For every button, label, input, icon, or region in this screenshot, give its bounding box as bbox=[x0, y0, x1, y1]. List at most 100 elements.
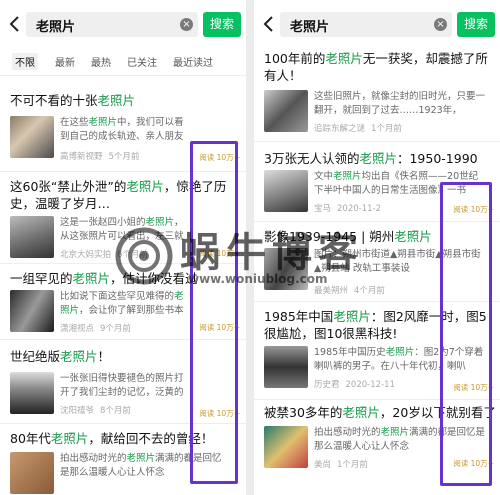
article-meta: 潇湘视点 9个月前 bbox=[60, 322, 137, 334]
list-item[interactable]: 影像1939-1945 | 朔州老照片 图片：朔州市街道▲朔县市街▲朔县市街▲朔… bbox=[254, 222, 500, 302]
filter-followed[interactable]: 已关注 bbox=[124, 53, 160, 70]
keyword-highlight: 老照片 bbox=[380, 427, 410, 438]
search-input[interactable]: 老照片 × bbox=[26, 12, 198, 37]
article-source: 北京大妈实拍 bbox=[60, 250, 112, 260]
read-count: 阅读 10万+ bbox=[453, 205, 494, 214]
list-item[interactable]: 一组罕见的老照片，估计你没看过 比如说下面这些罕见难得的老照片，会让你了解到那些… bbox=[0, 264, 246, 340]
list-item[interactable]: 这60张“禁止外泄”的老照片，惊艳了历史，温暖了岁月… 这是一张赵四小姐的老照片… bbox=[0, 172, 246, 264]
article-snippet: 文中老照片均出自《佚名照——20世纪下半叶中国人的日常生活图像》一书 bbox=[314, 171, 479, 196]
back-icon[interactable] bbox=[262, 13, 276, 35]
article-meta: 北京大妈实拍 6个月前 bbox=[60, 248, 154, 260]
clear-icon[interactable]: × bbox=[434, 18, 447, 31]
article-snippet: 比如说下面这些罕见难得的老照片，会让你了解到那些书本上学不到的东西。 bbox=[60, 291, 184, 316]
article-title: 影像1939-1945 | 朔州老照片 bbox=[264, 229, 432, 244]
article-thumbnail bbox=[10, 372, 54, 414]
list-item[interactable]: 世纪绝版老照片！ 一张张旧得快要褪色的照片打开了我们尘封的记忆，泛黄的老照片记录… bbox=[0, 340, 246, 424]
keyword-highlight: 老照片 bbox=[50, 431, 89, 446]
search-input[interactable]: 老照片 × bbox=[280, 12, 452, 37]
article-title: 一组罕见的老照片，估计你没看过 bbox=[10, 271, 198, 286]
read-count: 阅读 10万+ bbox=[199, 409, 240, 418]
article-source: 历史君 bbox=[314, 380, 340, 390]
article-meta: 宝马 2020-11-2 bbox=[314, 202, 387, 214]
clear-icon[interactable]: × bbox=[180, 18, 193, 31]
article-source: 潇湘视点 bbox=[60, 324, 95, 334]
article-time: 2020-12-11 bbox=[345, 380, 395, 390]
search-query-text: 老照片 bbox=[290, 20, 330, 35]
article-time: 9个月前 bbox=[100, 324, 131, 334]
search-button[interactable]: 搜索 bbox=[203, 12, 241, 37]
list-item[interactable]: 3万张无人认领的老照片：1950-1990 文中老照片均出自《佚名照——20世纪… bbox=[254, 142, 500, 222]
panel-divider bbox=[246, 0, 254, 495]
filter-latest[interactable]: 最新 bbox=[52, 53, 78, 70]
article-source: 追踪东解之谜 bbox=[314, 124, 366, 134]
article-thumbnail bbox=[10, 452, 54, 494]
article-source: 沈阳禧爷 bbox=[60, 406, 95, 416]
keyword-highlight: 老照片 bbox=[60, 349, 98, 364]
article-title: 被禁30多年的老照片，20岁以下就别看了 bbox=[264, 405, 496, 420]
keyword-highlight: 老照片 bbox=[88, 117, 118, 128]
article-title: 100年前的老照片无一获奖，却震撼了所有人！ bbox=[264, 51, 488, 83]
article-title: 不可不看的十张老照片 bbox=[10, 93, 136, 108]
keyword-highlight: 老照片 bbox=[60, 291, 184, 316]
article-thumbnail bbox=[264, 248, 308, 290]
article-thumbnail bbox=[10, 116, 54, 158]
filter-recently-read[interactable]: 最近读过 bbox=[170, 53, 216, 70]
filter-hottest[interactable]: 最热 bbox=[88, 53, 114, 70]
search-bar: 老照片 × 搜索 bbox=[254, 0, 500, 48]
article-source: 最美朔州 bbox=[314, 286, 349, 296]
list-item[interactable]: 80年代老照片，献给回不去的曾经！ 拍出感动时光的老照片满满的都是回忆是那么温暖… bbox=[0, 424, 246, 495]
keyword-highlight: 老照片 bbox=[325, 51, 363, 66]
article-meta: 美尚 1个月前 bbox=[314, 458, 374, 470]
list-item[interactable]: 被禁30多年的老照片，20岁以下就别看了 拍出感动时光的老照片满满的都是回忆是那… bbox=[254, 400, 500, 495]
article-meta: 沈阳禧爷 8个月前 bbox=[60, 404, 137, 416]
article-snippet: 一张张旧得快要褪色的照片打开了我们尘封的记忆，泛黄的老照片记录了一个时代 bbox=[60, 373, 184, 398]
article-meta: 历史君 2020-12-11 bbox=[314, 378, 401, 390]
keyword-highlight: 老照片 bbox=[145, 217, 175, 228]
article-title: 世纪绝版老照片！ bbox=[10, 349, 111, 364]
article-time: 1个月前 bbox=[337, 460, 368, 470]
article-snippet: 拍出感动时光的老照片满满的都是回忆是那么温暖人心让人怀念 bbox=[314, 427, 486, 452]
read-count: 阅读 10万+ bbox=[199, 323, 240, 332]
article-thumbnail bbox=[10, 216, 54, 258]
article-snippet: 图片：朔州市街道▲朔县市街▲朔县市街▲朔县站 改轨工事装设 bbox=[314, 249, 481, 274]
list-item[interactable]: 100年前的老照片无一获奖，却震撼了所有人！ 这些旧照片，就像尘封的旧时光，只要… bbox=[254, 48, 500, 142]
article-thumbnail bbox=[264, 346, 308, 388]
keyword-highlight: 老照片 bbox=[72, 271, 111, 286]
article-thumbnail bbox=[264, 426, 308, 468]
left-search-panel: 老照片 × 搜索 不限 最新 最热 已关注 最近读过 不可不看的十张老照片 在这… bbox=[0, 0, 246, 495]
keyword-highlight: 老照片 bbox=[385, 347, 415, 358]
keyword-highlight: 老照片 bbox=[394, 229, 432, 244]
read-count: 阅读 10万+ bbox=[199, 249, 240, 258]
article-meta: 最美朔州 4个月前 bbox=[314, 284, 391, 296]
article-time: 4个月前 bbox=[354, 286, 385, 296]
article-title: 80年代老照片，献给回不去的曾经！ bbox=[10, 431, 214, 446]
filter-tabs: 不限 最新 最热 已关注 最近读过 bbox=[0, 48, 246, 76]
article-time: 5个月前 bbox=[108, 152, 140, 162]
article-meta: 追踪东解之谜 1个月前 bbox=[314, 122, 408, 134]
article-title: 1985年中国老照片：图2风靡一时，图5很尴尬，图10很黑科技! bbox=[264, 309, 487, 341]
keyword-highlight: 老照片 bbox=[126, 453, 156, 464]
back-icon[interactable] bbox=[8, 13, 22, 35]
article-time: 6个月前 bbox=[117, 250, 148, 260]
filter-any[interactable]: 不限 bbox=[12, 53, 38, 70]
read-count: 阅读 10万+ bbox=[453, 459, 494, 468]
article-snippet: 这是一张赵四小姐的老照片，从这张照片可以看出，左三就是赵四小姐。 bbox=[60, 217, 184, 242]
article-title: 这60张“禁止外泄”的老照片，惊艳了历史，温暖了岁月… bbox=[10, 179, 227, 211]
article-snippet: 在这些老照片中，我们可以看到自己的成长轨迹、亲人朋友的容颜与笑容，以及那些珍贵的… bbox=[60, 117, 184, 142]
keyword-highlight: 老照片 bbox=[97, 93, 136, 108]
keyword-highlight: 老照片 bbox=[359, 151, 397, 166]
list-item[interactable]: 1985年中国老照片：图2风靡一时，图5很尴尬，图10很黑科技! 1985年中国… bbox=[254, 302, 500, 400]
keyword-highlight: 老照片 bbox=[126, 179, 164, 194]
article-snippet: 这些旧照片，就像尘封的旧时光，只要一翻开，就回到了过去……1923年， bbox=[314, 91, 486, 116]
search-button[interactable]: 搜索 bbox=[457, 12, 495, 37]
read-count: 阅读 10万+ bbox=[199, 153, 240, 162]
article-thumbnail bbox=[264, 170, 308, 212]
right-search-panel: 老照片 × 搜索 100年前的老照片无一获奖，却震撼了所有人！ 这些旧照片，就像… bbox=[254, 0, 500, 495]
article-thumbnail bbox=[10, 290, 54, 332]
keyword-highlight: 老照片 bbox=[333, 171, 362, 182]
article-time: 8个月前 bbox=[100, 406, 131, 416]
article-snippet: 拍出感动时光的老照片满满的都是回忆是那么温暖人心让人怀念 bbox=[60, 453, 222, 478]
article-source: 宝马 bbox=[314, 204, 332, 214]
article-source: 高博新视野 bbox=[60, 152, 103, 162]
list-item[interactable]: 不可不看的十张老照片 在这些老照片中，我们可以看到自己的成长轨迹、亲人朋友的容颜… bbox=[0, 76, 246, 172]
